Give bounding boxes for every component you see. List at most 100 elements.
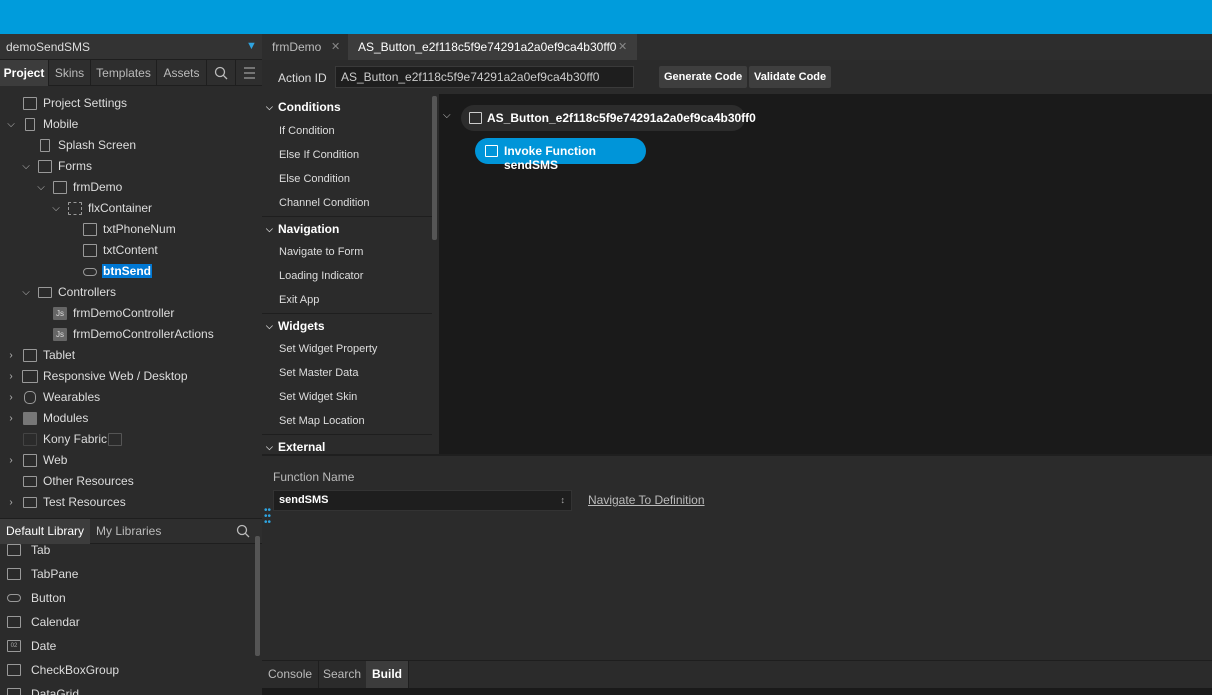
generate-code-button[interactable]: Generate Code bbox=[659, 66, 748, 88]
tab-search[interactable]: Search bbox=[317, 661, 369, 688]
js-file-icon: Js bbox=[53, 307, 67, 320]
library-item-tab[interactable]: Tab bbox=[0, 544, 250, 562]
tree-item-project-settings[interactable]: Project Settings bbox=[0, 93, 262, 114]
tree-item-controllers[interactable]: ⌵ Controllers bbox=[0, 282, 262, 303]
tree-item-mobile[interactable]: ⌵ Mobile bbox=[0, 114, 262, 135]
tree-item-label: Modules bbox=[43, 411, 89, 425]
project-name[interactable]: demoSendSMS bbox=[6, 40, 90, 54]
tree-item-label: Other Resources bbox=[43, 474, 134, 488]
tree-item-splash-screen[interactable]: Splash Screen bbox=[0, 135, 262, 156]
navigate-to-definition-link[interactable]: Navigate To Definition bbox=[588, 493, 705, 507]
palette-item-else-if-condition[interactable]: Else If Condition bbox=[279, 143, 359, 167]
tab-assets[interactable]: Assets bbox=[157, 60, 207, 86]
library-item-checkboxgroup[interactable]: CheckBoxGroup bbox=[0, 658, 250, 682]
tree-item-test-resources[interactable]: › Test Resources bbox=[0, 492, 262, 513]
palette-item-set-widget-property[interactable]: Set Widget Property bbox=[279, 337, 377, 361]
library-item-label: CheckBoxGroup bbox=[31, 663, 120, 677]
chevron-right-icon[interactable]: › bbox=[6, 450, 16, 471]
tree-item-frmdemo[interactable]: ⌵ frmDemo bbox=[0, 177, 262, 198]
palette-item-set-master-data[interactable]: Set Master Data bbox=[279, 361, 358, 385]
desktop-icon bbox=[22, 370, 38, 383]
chevron-down-icon[interactable]: ⌵ bbox=[36, 177, 46, 198]
library-item-label: Calendar bbox=[31, 615, 80, 629]
palette-category-navigation[interactable]: ⌵ Navigation bbox=[262, 216, 432, 240]
tree-item-forms[interactable]: ⌵ Forms bbox=[0, 156, 262, 177]
menu-icon[interactable] bbox=[236, 60, 262, 86]
doc-tab-action[interactable]: AS_Button_e2f118c5f9e74291a2a0ef9ca4b30f… bbox=[348, 34, 637, 60]
chevron-down-icon[interactable]: ⌵ bbox=[6, 114, 16, 135]
library-item-tabpane[interactable]: TabPane bbox=[0, 562, 250, 586]
event-node[interactable]: AS_Button_e2f118c5f9e74291a2a0ef9ca4b30f… bbox=[461, 105, 756, 131]
doc-tab-frmdemo[interactable]: frmDemo ✕ bbox=[262, 34, 348, 60]
palette-category-conditions[interactable]: ⌵ Conditions bbox=[262, 95, 432, 119]
search-icon[interactable] bbox=[207, 60, 236, 86]
tree-item-label: Forms bbox=[58, 159, 92, 173]
tree-item-frmdemocontrolleractions[interactable]: Js frmDemoControllerActions bbox=[0, 324, 262, 345]
tab-skins[interactable]: Skins bbox=[49, 60, 91, 86]
tree-item-responsive-web[interactable]: › Responsive Web / Desktop bbox=[0, 366, 262, 387]
palette-item-else-condition[interactable]: Else Condition bbox=[279, 167, 350, 191]
validate-code-button[interactable]: Validate Code bbox=[749, 66, 832, 88]
tree-item-txtphonenum[interactable]: txtPhoneNum bbox=[0, 219, 262, 240]
palette-scrollbar[interactable] bbox=[432, 96, 437, 240]
palette-item-set-widget-skin[interactable]: Set Widget Skin bbox=[279, 385, 357, 409]
palette-item-channel-condition[interactable]: Channel Condition bbox=[279, 191, 370, 215]
chevron-right-icon[interactable]: › bbox=[6, 492, 16, 513]
tab-console[interactable]: Console bbox=[262, 661, 320, 688]
collapse-panel-icon[interactable]: ▼ bbox=[246, 40, 257, 52]
chevron-right-icon[interactable]: › bbox=[6, 408, 16, 429]
tree-item-kony-fabric[interactable]: Kony Fabric bbox=[0, 429, 262, 450]
tab-default-library[interactable]: Default Library bbox=[0, 519, 91, 544]
palette-item-if-condition[interactable]: If Condition bbox=[279, 119, 335, 143]
chevron-down-icon[interactable]: ⌵ bbox=[443, 110, 451, 121]
close-icon[interactable]: ✕ bbox=[618, 34, 627, 60]
chevron-down-icon[interactable]: ⌵ bbox=[51, 198, 61, 219]
chevron-right-icon[interactable]: › bbox=[6, 366, 16, 387]
action-id-field[interactable]: AS_Button_e2f118c5f9e74291a2a0ef9ca4b30f… bbox=[335, 66, 634, 88]
tab-build[interactable]: Build bbox=[366, 661, 409, 688]
tree-item-txtcontent[interactable]: txtContent bbox=[0, 240, 262, 261]
library-scrollbar[interactable] bbox=[255, 536, 260, 656]
dropdown-icon[interactable] bbox=[108, 433, 122, 446]
splitter-grip-icon[interactable]: •• •• •• bbox=[264, 506, 271, 528]
tree-item-frmdemocontroller[interactable]: Js frmDemoController bbox=[0, 303, 262, 324]
library-item-calendar[interactable]: Calendar bbox=[0, 610, 250, 634]
library-item-date[interactable]: 02 Date bbox=[0, 634, 250, 658]
checkbox-widget-icon bbox=[7, 664, 21, 676]
folder-icon bbox=[23, 476, 37, 487]
date-widget-icon: 02 bbox=[7, 640, 21, 652]
tab-my-libraries[interactable]: My Libraries bbox=[90, 519, 167, 544]
tree-item-modules[interactable]: › Modules bbox=[0, 408, 262, 429]
palette-item-exit-app[interactable]: Exit App bbox=[279, 288, 319, 312]
tab-templates[interactable]: Templates bbox=[91, 60, 157, 86]
palette-category-external[interactable]: ⌵ External bbox=[262, 434, 432, 454]
tab-project[interactable]: Project bbox=[0, 60, 49, 86]
tree-item-other-resources[interactable]: Other Resources bbox=[0, 471, 262, 492]
chevron-down-icon[interactable]: ⌵ bbox=[21, 156, 31, 177]
palette-item-loading-indicator[interactable]: Loading Indicator bbox=[279, 264, 363, 288]
close-icon[interactable]: ✕ bbox=[331, 34, 340, 60]
function-name-select[interactable]: sendSMS ↕ bbox=[273, 490, 572, 511]
library-item-datagrid[interactable]: DataGrid bbox=[0, 682, 250, 695]
textbox-icon bbox=[83, 223, 97, 236]
tree-item-flxcontainer[interactable]: ⌵ flxContainer bbox=[0, 198, 262, 219]
palette-item-set-map-location[interactable]: Set Map Location bbox=[279, 409, 365, 433]
chevron-down-icon[interactable]: ⌵ bbox=[21, 282, 31, 303]
library-item-button[interactable]: Button bbox=[0, 586, 250, 610]
palette-item-navigate-to-form[interactable]: Navigate to Form bbox=[279, 240, 363, 264]
tree-item-wearables[interactable]: › Wearables bbox=[0, 387, 262, 408]
tree-item-label: Tablet bbox=[43, 348, 76, 362]
action-canvas[interactable]: ⌵ AS_Button_e2f118c5f9e74291a2a0ef9ca4b3… bbox=[439, 94, 1212, 454]
action-palette: ⌵ Conditions If Condition Else If Condit… bbox=[262, 94, 439, 454]
calendar-widget-icon bbox=[7, 616, 21, 628]
tree-item-web[interactable]: › Web bbox=[0, 450, 262, 471]
search-icon[interactable] bbox=[230, 519, 250, 544]
palette-category-widgets[interactable]: ⌵ Widgets bbox=[262, 313, 432, 337]
invoke-function-label: Invoke Function sendSMS bbox=[504, 144, 597, 172]
chevron-right-icon[interactable]: › bbox=[6, 345, 16, 366]
tree-item-tablet[interactable]: › Tablet bbox=[0, 345, 262, 366]
tree-item-btnsend[interactable]: btnSend bbox=[0, 261, 262, 282]
invoke-function-node[interactable]: Invoke Function sendSMS bbox=[475, 138, 646, 172]
chevron-right-icon[interactable]: › bbox=[6, 387, 16, 408]
project-header: demoSendSMS ▼ bbox=[0, 34, 262, 60]
